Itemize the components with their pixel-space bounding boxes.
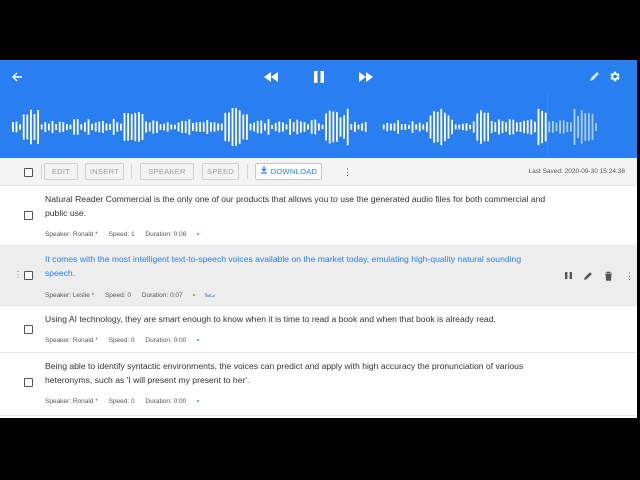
row-checkbox[interactable] bbox=[24, 325, 33, 334]
sentence-text[interactable]: Being able to identify syntactic environ… bbox=[45, 360, 550, 387]
speed-button[interactable]: SPEED bbox=[202, 163, 239, 180]
fast-forward-icon[interactable] bbox=[358, 71, 374, 86]
sentence-row[interactable]: Natural Reader Commercial is the only on… bbox=[0, 186, 637, 246]
row-checkbox[interactable] bbox=[24, 271, 33, 280]
pause-icon[interactable] bbox=[313, 70, 325, 87]
player-header bbox=[0, 60, 637, 158]
last-saved-status: Last Saved: 2020-09-30 15:24:38 bbox=[528, 168, 626, 175]
sentence-meta: Speaker: Ronald * Speed: 0 Duration: 0:0… bbox=[45, 337, 200, 344]
toolbar-divider bbox=[131, 164, 132, 179]
row-checkbox[interactable] bbox=[24, 378, 33, 387]
toolbar-divider bbox=[41, 164, 42, 179]
back-arrow-icon[interactable] bbox=[11, 71, 23, 86]
speed-info: Speed: 0 bbox=[108, 398, 135, 405]
row-checkbox[interactable] bbox=[24, 211, 33, 220]
more-row-icon[interactable]: ⋮ bbox=[625, 271, 634, 281]
speed-info: Speed: 0 bbox=[108, 337, 135, 344]
sentence-meta: Speaker: Ronald * Speed: 0 Duration: 0:0… bbox=[45, 398, 200, 405]
status-dot bbox=[197, 233, 200, 236]
playhead-marker[interactable] bbox=[547, 94, 548, 154]
edit-row-icon[interactable] bbox=[583, 271, 593, 284]
download-label: DOWNLOAD bbox=[270, 167, 318, 176]
download-button[interactable]: DOWNLOAD bbox=[255, 163, 322, 180]
pause-row-icon[interactable] bbox=[564, 271, 573, 283]
speaker-info: Speaker: Ronald * bbox=[45, 398, 98, 405]
sentence-meta: Speaker: Ronald * Speed: 1 Duration: 0:0… bbox=[45, 231, 200, 238]
select-all-checkbox[interactable] bbox=[24, 168, 33, 177]
speaker-button[interactable]: SPEAKER bbox=[140, 163, 194, 180]
gear-icon[interactable] bbox=[608, 70, 621, 86]
toolbar: EDIT INSERT SPEAKER SPEED DOWNLOAD ⋮ Las… bbox=[0, 158, 637, 186]
speaker-info: Speaker: Ronald * bbox=[45, 337, 98, 344]
mini-waveform-icon bbox=[205, 292, 215, 299]
app-window: EDIT INSERT SPEAKER SPEED DOWNLOAD ⋮ Las… bbox=[0, 60, 637, 418]
speaker-info: Speaker: Leslie * bbox=[45, 292, 95, 299]
more-vert-icon[interactable]: ⋮ bbox=[343, 167, 352, 177]
pencil-icon[interactable] bbox=[588, 71, 600, 86]
speaker-info: Speaker: Ronald * bbox=[45, 231, 98, 238]
speed-info: Speed: 0 bbox=[104, 292, 131, 299]
sentence-meta: Speaker: Leslie * Speed: 0 Duration: 0:0… bbox=[45, 291, 224, 299]
rewind-icon[interactable] bbox=[263, 71, 279, 86]
status-dot bbox=[193, 294, 196, 297]
insert-button[interactable]: INSERT bbox=[85, 163, 124, 180]
status-dot bbox=[197, 339, 200, 342]
duration-info: Duration: 0:06 bbox=[145, 231, 187, 238]
duration-info: Duration: 0:00 bbox=[145, 337, 187, 344]
duration-info: Duration: 0:00 bbox=[145, 398, 187, 405]
sentence-row[interactable]: Being able to identify syntactic environ… bbox=[0, 353, 637, 416]
edit-button[interactable]: EDIT bbox=[44, 163, 78, 180]
sentence-text[interactable]: Using AI technology, they are smart enou… bbox=[45, 313, 550, 327]
sentence-text[interactable]: It comes with the most intelligent text-… bbox=[45, 253, 550, 280]
duration-info: Duration: 0:07 bbox=[141, 292, 183, 299]
delete-row-icon[interactable] bbox=[604, 271, 613, 284]
sentence-row-active[interactable]: ⋮⋮ It comes with the most intelligent te… bbox=[0, 246, 637, 306]
audio-waveform[interactable] bbox=[10, 104, 630, 150]
status-dot bbox=[197, 400, 200, 403]
sentence-text[interactable]: Natural Reader Commercial is the only on… bbox=[45, 193, 550, 220]
sentence-row[interactable]: Using AI technology, they are smart enou… bbox=[0, 306, 637, 353]
toolbar-divider bbox=[247, 164, 248, 179]
download-icon bbox=[260, 164, 268, 179]
speed-info: Speed: 1 bbox=[108, 231, 135, 238]
